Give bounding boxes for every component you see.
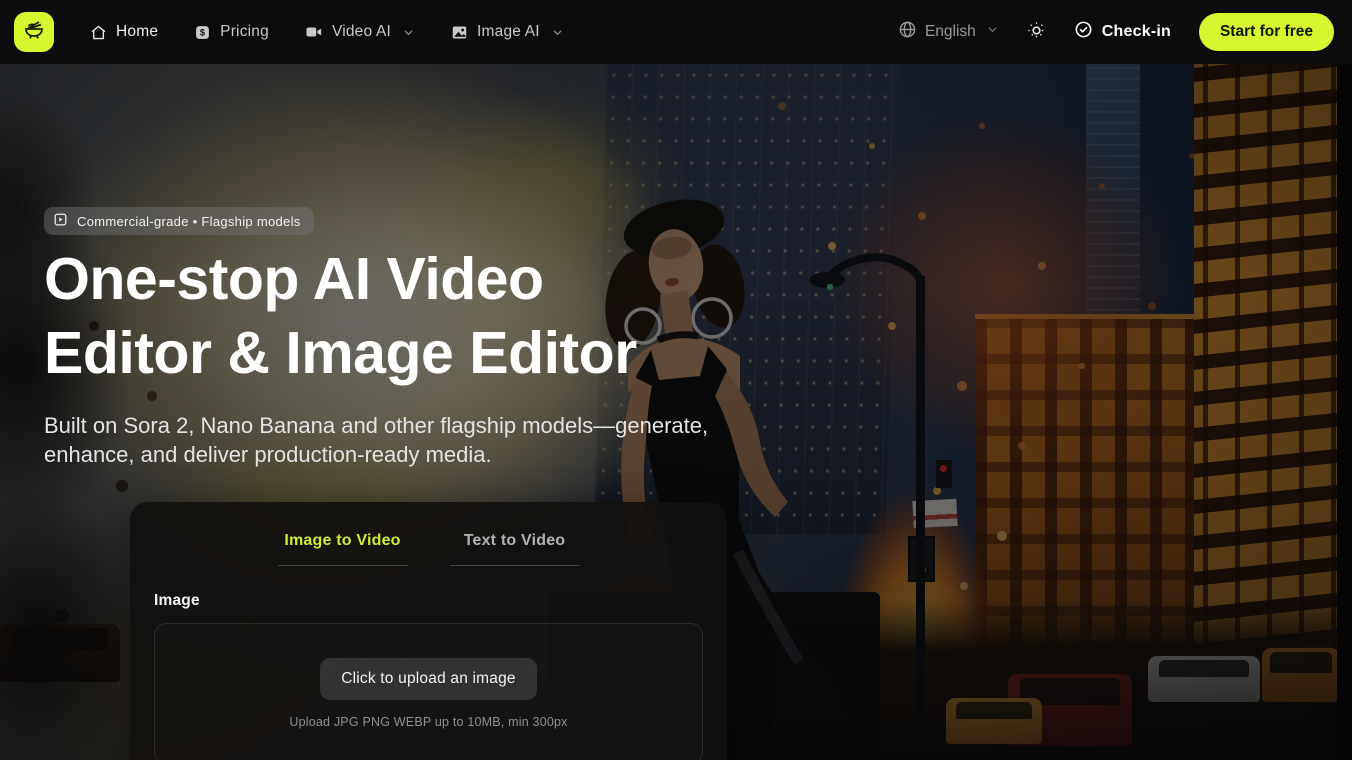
hero-title-line1: One-stop AI Video xyxy=(44,246,544,312)
play-square-icon xyxy=(53,212,68,230)
nav-item-label: Pricing xyxy=(220,23,269,40)
noodle-bowl-icon xyxy=(22,18,46,47)
checkin-label: Check-in xyxy=(1101,23,1171,40)
nav-item-image-ai[interactable]: Image AI xyxy=(451,23,564,41)
upload-button[interactable]: Click to upload an image xyxy=(320,658,537,700)
nav-item-label: Image AI xyxy=(477,23,540,40)
top-nav: Home $ Pricing Video AI Image AI English… xyxy=(0,0,1352,64)
globe-icon xyxy=(898,20,917,44)
check-circle-icon xyxy=(1074,20,1093,44)
hero-title: One-stop AI Video Editor & Image Editor xyxy=(44,242,637,390)
image-upload-dropzone[interactable]: Click to upload an image Upload JPG PNG … xyxy=(154,623,703,760)
generator-card: Image to Video Text to Video Image Click… xyxy=(130,502,727,760)
image-field-label: Image xyxy=(154,592,200,609)
brand-logo[interactable] xyxy=(14,12,54,52)
tab-image-to-video[interactable]: Image to Video xyxy=(277,532,408,566)
chevron-down-icon xyxy=(551,26,564,39)
sun-icon xyxy=(1027,21,1046,43)
svg-text:$: $ xyxy=(200,27,205,37)
tab-text-to-video[interactable]: Text to Video xyxy=(449,532,580,566)
nav-item-label: Home xyxy=(116,23,159,40)
pricing-icon: $ xyxy=(194,24,211,41)
checkin-button[interactable]: Check-in xyxy=(1074,20,1171,44)
language-selector[interactable]: English xyxy=(898,20,999,44)
home-icon xyxy=(90,24,107,41)
hero-badge: Commercial-grade • Flagship models xyxy=(44,207,314,235)
theme-toggle[interactable] xyxy=(1027,21,1046,43)
language-label: English xyxy=(924,23,976,40)
chevron-down-icon xyxy=(986,23,999,41)
hero-content: Commercial-grade • Flagship models One-s… xyxy=(0,64,1337,760)
start-free-button[interactable]: Start for free xyxy=(1198,13,1334,51)
nav-item-pricing[interactable]: $ Pricing xyxy=(194,23,269,41)
nav-item-label: Video AI xyxy=(331,23,391,40)
hero-subtitle: Built on Sora 2, Nano Banana and other f… xyxy=(44,413,709,467)
main-menu: Home $ Pricing Video AI Image AI xyxy=(90,23,564,41)
video-camera-icon xyxy=(305,23,323,41)
chevron-down-icon xyxy=(402,26,415,39)
hero-section: Commercial-grade • Flagship models One-s… xyxy=(0,64,1337,760)
image-icon xyxy=(451,24,468,41)
hero-title-line2: Editor & Image Editor xyxy=(44,320,637,386)
hero-badge-text: Commercial-grade • Flagship models xyxy=(77,213,301,229)
nav-item-home[interactable]: Home xyxy=(90,23,158,41)
generator-tabs: Image to Video Text to Video xyxy=(154,526,703,566)
upload-hint: Upload JPG PNG WEBP up to 10MB, min 300p… xyxy=(289,715,568,729)
nav-item-video-ai[interactable]: Video AI xyxy=(305,23,415,41)
